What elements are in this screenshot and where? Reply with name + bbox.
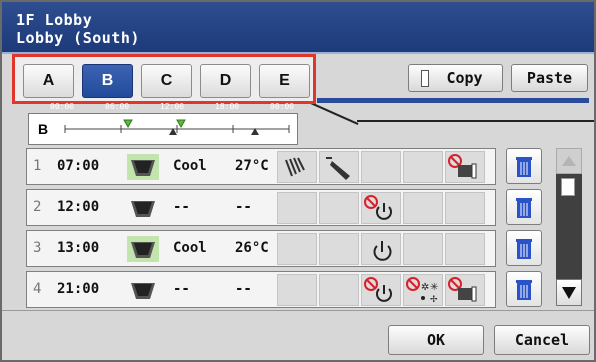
arrow-down-icon <box>562 287 576 299</box>
floor-name: 1F Lobby <box>16 11 93 29</box>
row-setpoint: 26°C <box>235 240 269 256</box>
row-mode: -- <box>173 281 190 297</box>
prohibit-power-icon <box>364 277 392 302</box>
svg-text:✳: ✳ <box>430 282 438 293</box>
unit-on-icon <box>127 154 159 180</box>
row-time: 12:00 <box>57 199 100 215</box>
trash-icon <box>516 157 532 177</box>
scroll-down-button[interactable] <box>556 279 582 306</box>
delete-button[interactable] <box>506 230 542 266</box>
ok-button[interactable]: OK <box>388 325 484 355</box>
delete-button[interactable] <box>506 271 542 307</box>
callout-line-horizontal <box>357 120 594 122</box>
prohibit-mode-icon: ✲ ✳ ✢ <box>406 277 438 305</box>
setback-prohibit-cell[interactable] <box>445 274 485 306</box>
on-marker-icon <box>123 119 133 129</box>
empty-cell[interactable] <box>319 233 359 265</box>
delete-button[interactable] <box>506 189 542 225</box>
empty-cell[interactable] <box>445 233 485 265</box>
timeline-label: 12:00 <box>160 102 185 111</box>
tab-a[interactable]: A <box>23 64 74 98</box>
row-mode: Cool <box>173 158 207 174</box>
row-time: 13:00 <box>57 240 100 256</box>
empty-cell[interactable] <box>319 274 359 306</box>
power-prohibit-cell[interactable] <box>361 274 401 306</box>
empty-cell[interactable] <box>277 233 317 265</box>
scrollbar-thumb[interactable] <box>561 178 575 196</box>
timeline-label: 00:00 <box>270 102 295 111</box>
prohibit-power-icon <box>364 195 392 220</box>
svg-text:✢: ✢ <box>430 295 438 305</box>
airflow-direction-cell[interactable] <box>319 151 359 183</box>
paste-button[interactable]: Paste <box>511 64 588 92</box>
schedule-row[interactable]: 3 13:00 Cool 26°C <box>26 230 496 267</box>
power-icon <box>373 241 392 261</box>
day-pattern-tabs: A B C D E <box>12 54 316 104</box>
empty-cell[interactable] <box>403 151 443 183</box>
callout-line <box>310 102 359 125</box>
row-time: 21:00 <box>57 281 100 297</box>
dialog-header: 1F Lobby Lobby (South) <box>2 2 594 54</box>
empty-cell[interactable] <box>277 192 317 224</box>
svg-text:✲: ✲ <box>421 282 429 293</box>
power-cell[interactable] <box>361 233 401 265</box>
row-mode: Cool <box>173 240 207 256</box>
schedule-row[interactable]: 4 21:00 -- -- ✲ ✳ ✢ <box>26 271 496 308</box>
tab-d[interactable]: D <box>200 64 251 98</box>
fan-speed-icon <box>285 157 305 177</box>
tab-e[interactable]: E <box>259 64 310 98</box>
timeline-label: 00:00 <box>50 102 75 111</box>
empty-cell[interactable] <box>277 274 317 306</box>
row-number: 4 <box>33 281 42 297</box>
group-name: Lobby (South) <box>16 29 140 47</box>
scroll-up-button[interactable] <box>556 148 582 174</box>
row-mode: -- <box>173 199 190 215</box>
separator-bar <box>317 98 589 103</box>
schedule-row[interactable]: 2 12:00 -- -- <box>26 189 496 226</box>
delete-button[interactable] <box>506 148 542 184</box>
timeline-graphic <box>64 119 290 135</box>
prohibit-thermostat-icon <box>448 277 477 302</box>
tab-b[interactable]: B <box>82 64 133 98</box>
on-marker-icon <box>176 119 186 129</box>
empty-cell[interactable] <box>403 233 443 265</box>
unit-off-icon <box>131 283 155 299</box>
timeline-hour-labels: 00:00 06:00 12:00 18:00 00:00 <box>30 102 298 112</box>
clipboard-icon <box>421 70 429 87</box>
empty-cell[interactable] <box>403 192 443 224</box>
row-setpoint: 27°C <box>235 158 269 174</box>
copy-label: Copy <box>446 69 483 87</box>
row-number: 1 <box>33 158 42 174</box>
trash-icon <box>516 280 532 300</box>
empty-cell[interactable] <box>361 151 401 183</box>
timeline-label: 18:00 <box>215 102 240 111</box>
copy-button[interactable]: Copy <box>408 64 503 92</box>
arrow-up-icon <box>562 156 576 166</box>
prohibit-thermostat-icon <box>448 154 477 179</box>
airflow-direction-icon <box>326 157 350 180</box>
cancel-button[interactable]: Cancel <box>494 325 590 355</box>
unit-off-icon <box>131 201 155 217</box>
row-number: 2 <box>33 199 42 215</box>
empty-cell[interactable] <box>319 192 359 224</box>
power-prohibit-cell[interactable] <box>361 192 401 224</box>
row-time: 07:00 <box>57 158 100 174</box>
footer-divider <box>2 310 594 311</box>
empty-cell[interactable] <box>445 192 485 224</box>
schedule-row[interactable]: 1 07:00 Cool 27°C <box>26 148 496 185</box>
row-setpoint: -- <box>235 281 252 297</box>
fan-speed-cell[interactable] <box>277 151 317 183</box>
schedule-timeline: B <box>28 113 298 145</box>
tab-c[interactable]: C <box>141 64 192 98</box>
trash-icon <box>516 239 532 259</box>
mode-prohibit-cell[interactable]: ✲ ✳ ✢ <box>403 274 443 306</box>
setback-prohibit-cell[interactable] <box>445 151 485 183</box>
trash-icon <box>516 198 532 218</box>
row-setpoint: -- <box>235 199 252 215</box>
row-number: 3 <box>33 240 42 256</box>
timeline-label: 06:00 <box>105 102 130 111</box>
schedule-dialog: 1F Lobby Lobby (South) A B C D E Copy Pa… <box>0 0 596 362</box>
unit-on-icon <box>127 236 159 262</box>
